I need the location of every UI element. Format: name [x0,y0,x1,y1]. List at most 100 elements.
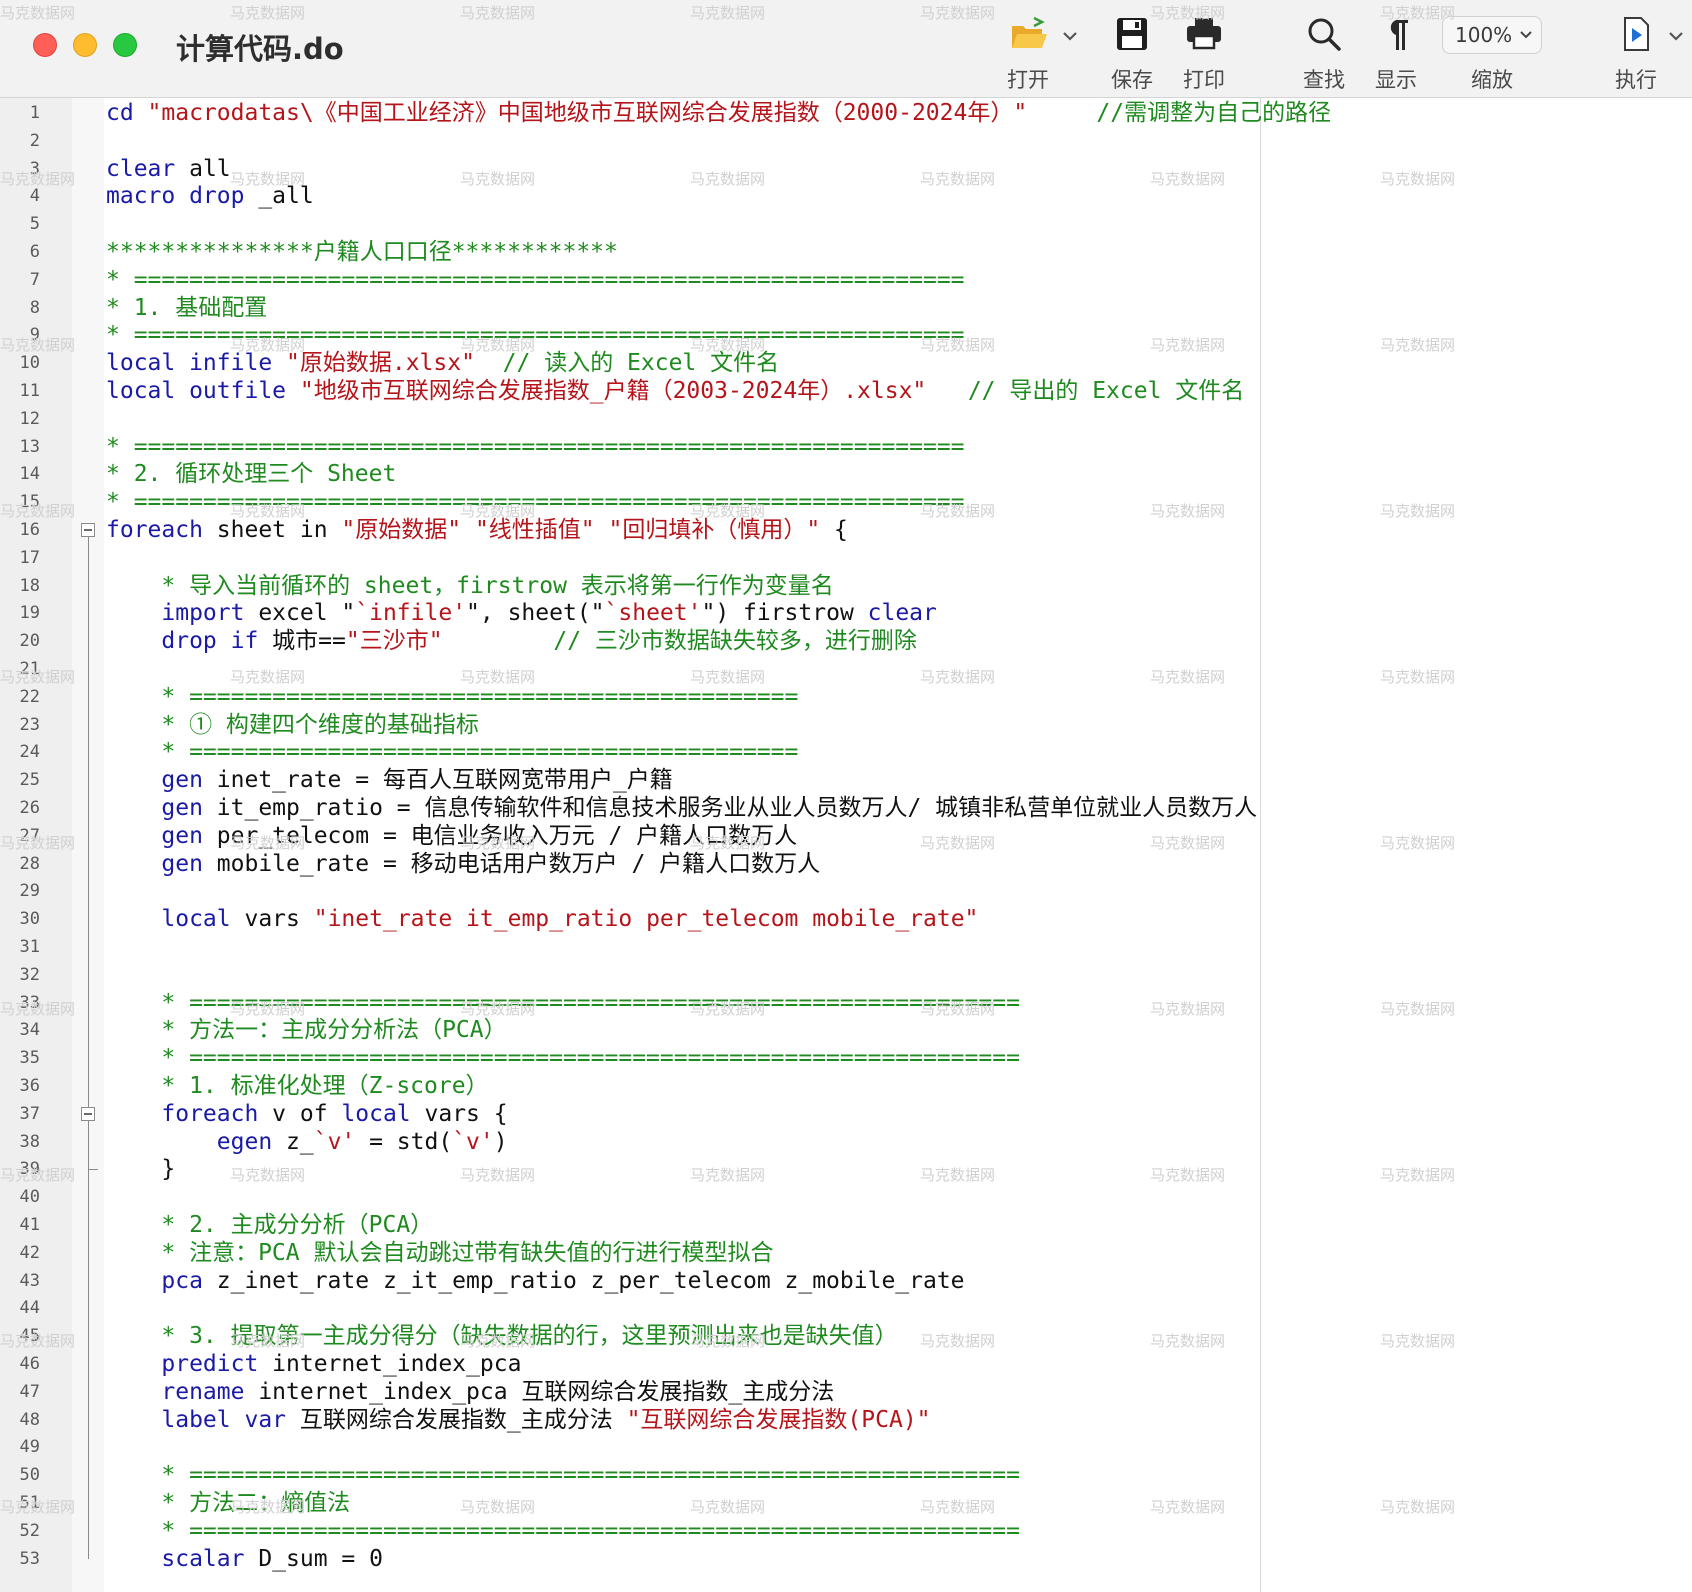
code-line[interactable]: * ======================================… [106,433,965,461]
code-token: * 方法二：熵值法 [106,1490,351,1516]
show-invisibles-button[interactable]: 显示 [1356,14,1436,94]
code-token: ", sheet(" [466,600,605,627]
code-line[interactable]: * ① 构建四个维度的基础指标 [106,711,479,739]
code-line[interactable]: * ======================================… [106,1461,1020,1489]
code-line[interactable]: * 2. 循环处理三个 Sheet [106,460,396,488]
code-line[interactable]: * ======================================… [106,1044,1020,1072]
code-line[interactable]: gen it_emp_ratio = 信息传输软件和信息技术服务业从业人员数万人… [106,794,1257,822]
code-line[interactable]: * 3. 提取第一主成分得分（缺失数据的行，这里预测出来也是缺失值） [106,1322,897,1350]
chevron-down-icon[interactable] [1058,24,1082,48]
code-line[interactable]: local vars "inet_rate it_emp_ratio per_t… [106,905,978,933]
code-token: `v' [452,1128,494,1155]
code-line[interactable]: clear all [106,155,231,183]
line-number: 19 [19,603,40,624]
code-token: label var [106,1406,300,1433]
code-token: z_ [286,1128,314,1155]
code-token: * ======================================… [106,266,965,293]
code-line[interactable]: * ======================================… [106,321,965,349]
code-token: * ① 构建四个维度的基础指标 [106,711,479,738]
code-line[interactable]: gen per_telecom = 电信业务收入万元 / 户籍人口数万人 [106,822,797,850]
code-line[interactable]: macro drop _all [106,182,314,210]
zoom-window-button[interactable] [113,33,137,57]
code-line[interactable]: * ======================================… [106,989,1020,1017]
code-line[interactable]: * 1. 标准化处理（Z-score） [106,1072,488,1100]
line-number: 50 [19,1465,40,1486]
code-token: `sheet' [604,600,702,627]
line-number: 25 [19,770,40,791]
code-token: local infile [106,350,287,377]
fold-toggle[interactable] [81,1106,95,1121]
code-token: D_sum = 0 [258,1545,383,1572]
save-button[interactable]: 保存 [1092,14,1172,94]
code-line[interactable]: * ======================================… [106,488,965,516]
chevron-down-icon[interactable] [1664,24,1688,48]
close-window-button[interactable] [33,33,57,57]
print-label: 打印 [1183,68,1225,92]
find-button[interactable]: 查找 [1284,14,1364,94]
code-line[interactable]: local infile "原始数据.xlsx" // 读入的 Excel 文件… [106,349,779,377]
line-number: 44 [19,1298,40,1319]
code-line[interactable]: label var 互联网综合发展指数_主成分法 "互联网综合发展指数(PCA)… [106,1406,930,1434]
code-line[interactable]: * ======================================… [106,738,798,766]
fold-toggle[interactable] [81,523,95,537]
title-toolbar: 计算代码.do 打开 保存 打印 查找 显示 100% 缩放 执行 [0,0,1692,98]
code-line[interactable]: ***************户籍人口口径************ [106,238,618,266]
code-line[interactable]: scalar D_sum = 0 [106,1545,383,1573]
code-line[interactable]: gen mobile_rate = 移动电话用户数万户 / 户籍人口数万人 [106,850,820,878]
code-token: inet_rate = 每百人互联网宽带用户_户籍 [216,767,673,794]
code-token: predict [106,1351,273,1377]
code-token: ) [493,1128,508,1155]
code-line[interactable]: import excel "`infile'", sheet("`sheet'"… [106,599,937,627]
line-number: 17 [19,547,40,568]
code-token: { [820,517,848,543]
line-number: 30 [19,909,40,930]
code-line[interactable]: egen z_`v' = std(`v') [106,1128,508,1156]
code-token: `infile' [355,600,467,627]
code-line[interactable]: cd "macrodatas\《中国工业经济》中国地级市互联网综合发展指数（20… [106,99,1331,127]
line-number: 43 [19,1270,40,1291]
line-number: 51 [19,1493,40,1513]
code-token: 城市== [272,628,346,655]
code-line[interactable]: local outfile "地级市互联网综合发展指数_户籍（2003-2024… [106,377,1244,405]
code-token: gen [106,795,217,821]
zoom-select[interactable]: 100% [1442,16,1542,54]
minimize-window-button[interactable] [73,33,97,57]
code-line[interactable]: drop if 城市=="三沙市" // 三沙市数据缺失较多，进行删除 [106,627,917,655]
line-number: 20 [19,631,40,652]
print-button[interactable]: 打印 [1164,14,1244,94]
code-line[interactable]: * ======================================… [106,1517,1020,1545]
code-line[interactable]: * 方法一：主成分分析法（PCA） [106,1016,507,1044]
code-line[interactable]: foreach sheet in "原始数据" "线性插值" "回归填补（慎用）… [106,516,848,544]
line-number: 37 [19,1103,40,1124]
code-line[interactable]: foreach v of local vars { [106,1100,507,1128]
code-line[interactable]: * 注意：PCA 默认会自动跳过带有缺失值的行进行模型拟合 [106,1239,773,1267]
code-token: all [189,155,231,182]
zoom-value: 100% [1455,23,1513,47]
line-number: 35 [19,1048,40,1069]
code-line[interactable]: * 2. 主成分分析（PCA） [106,1211,433,1239]
line-number: 15 [19,492,40,513]
code-token: internet_index_pca [272,1351,522,1377]
line-number: 33 [19,992,40,1013]
code-token: gen [106,850,217,877]
code-line[interactable]: * 导入当前循环的 sheet，firstrow 表示将第一行作为变量名 [106,572,833,600]
code-token: 互联网综合发展指数_主成分法 [299,1406,627,1433]
line-number: 10 [19,353,40,374]
code-line[interactable]: rename internet_index_pca 互联网综合发展指数_主成分法 [106,1378,834,1406]
code-token: cd [106,100,148,126]
code-line[interactable]: pca z_inet_rate z_it_emp_ratio z_per_tel… [106,1267,965,1295]
code-line[interactable]: gen inet_rate = 每百人互联网宽带用户_户籍 [106,766,673,794]
code-token: excel " [258,600,356,627]
line-number: 2 [29,130,40,151]
code-line[interactable]: } [106,1155,175,1183]
code-line[interactable]: * 方法二：熵值法 [106,1489,350,1517]
code-line[interactable]: * 1. 基础配置 [106,294,267,322]
code-line[interactable]: * ======================================… [106,266,965,294]
line-number: 4 [29,186,40,207]
open-button[interactable]: 打开 [988,14,1068,94]
code-line[interactable]: * ======================================… [106,683,798,711]
code-token: z_inet_rate z_it_emp_ratio z_per_telecom… [216,1267,965,1294]
code-token: * ======================================… [106,433,965,460]
code-token: * 方法一：主成分分析法（PCA） [106,1017,507,1044]
code-line[interactable]: predict internet_index_pca [106,1350,521,1378]
